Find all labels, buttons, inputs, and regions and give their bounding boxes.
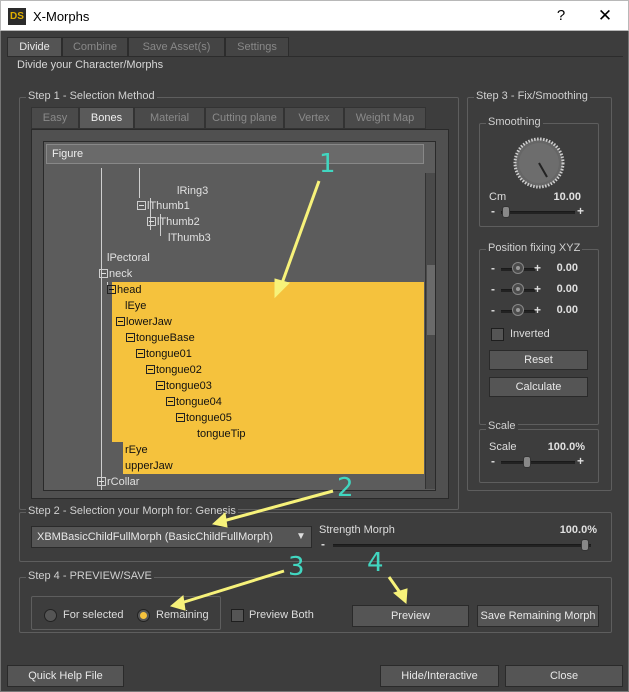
- arrow-1-head: [274, 278, 290, 299]
- annotation-arrows: [169, 180, 408, 611]
- arrow-3: [180, 569, 285, 605]
- arrow-1: [279, 180, 321, 287]
- arrow-2-head: [211, 511, 228, 528]
- title-bar: DS X-Morphs ? ✕: [0, 0, 629, 31]
- window-close-button[interactable]: ✕: [591, 5, 619, 27]
- daz-studio-icon: DS: [8, 8, 26, 25]
- dialog-body: Divide Combine Save Asset(s) Settings Di…: [0, 31, 629, 692]
- arrow-3-head: [169, 595, 186, 611]
- arrow-4-head: [392, 588, 408, 605]
- arrow-2: [222, 489, 334, 523]
- window-title: X-Morphs: [33, 9, 90, 24]
- help-button[interactable]: ?: [549, 5, 573, 27]
